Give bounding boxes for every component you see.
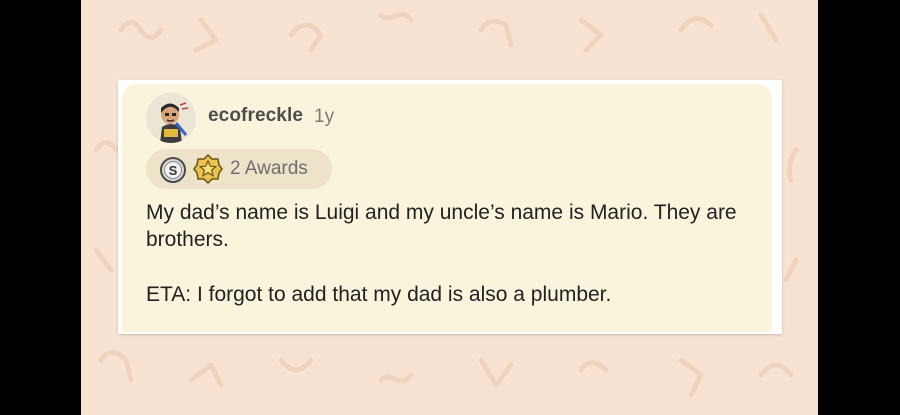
comment-paragraph: ETA: I forgot to add that my dad is also… [146, 283, 612, 306]
awards-count-label: 2 Awards [230, 158, 308, 179]
comment-body: My dad’s name is Luigi and my uncle’s na… [146, 199, 766, 308]
svg-text:S: S [169, 163, 178, 178]
comment-paragraph: My dad’s name is Luigi and my uncle’s na… [146, 201, 737, 251]
silver-award-icon: S [160, 157, 186, 183]
comment-age: 1y [314, 106, 335, 127]
gold-star-award-icon [193, 153, 223, 185]
avatar-icon [146, 93, 196, 143]
username[interactable]: ecofreckle [208, 105, 303, 127]
user-avatar[interactable] [146, 93, 196, 143]
